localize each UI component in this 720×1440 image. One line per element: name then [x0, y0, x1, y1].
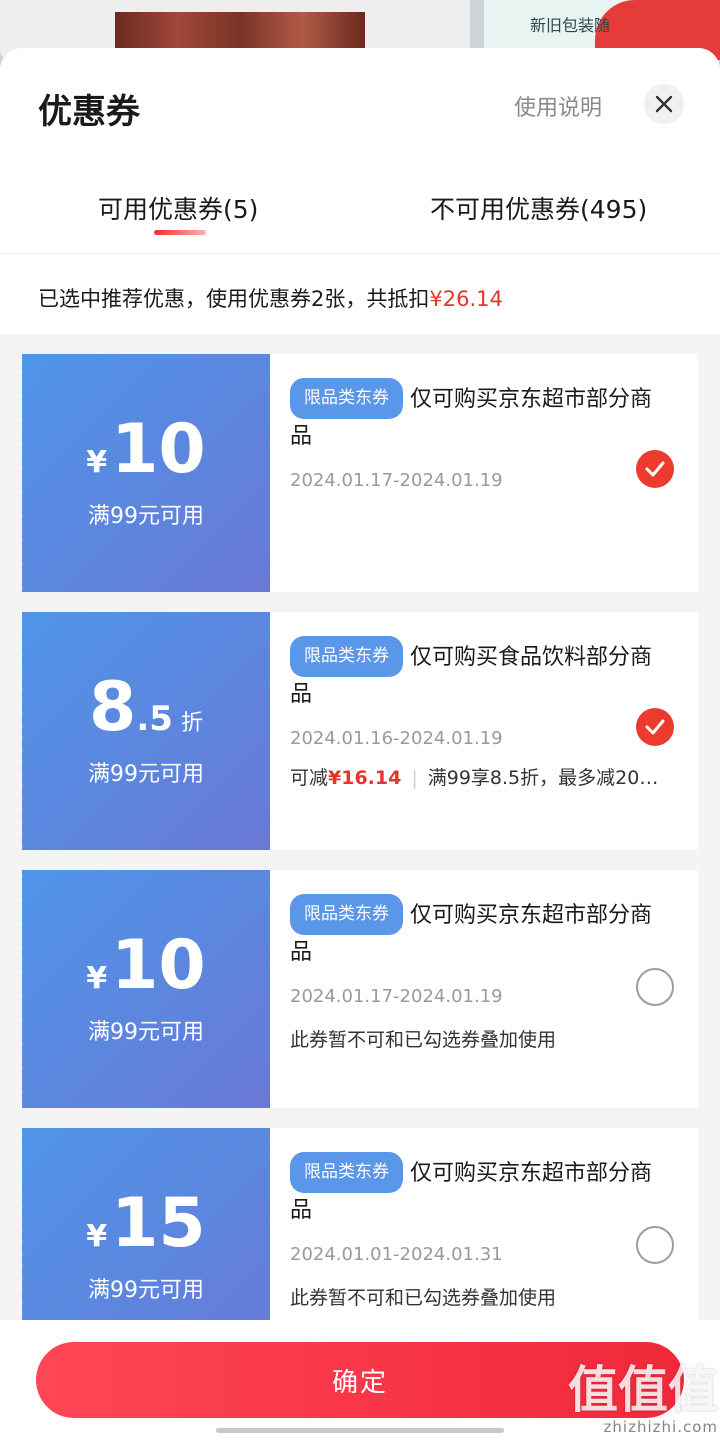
tab-unavailable-coupons[interactable]: 不可用优惠券(495) [430, 190, 647, 226]
coupon-value-panel: ¥10 满99元可用 [18, 354, 270, 592]
coupon-value: 15 [111, 1184, 206, 1263]
checkmark-icon [645, 719, 665, 735]
tab-available-coupons[interactable]: 可用优惠券(5) [98, 190, 258, 226]
active-tab-indicator [154, 230, 206, 235]
site-watermark: 值值值 zhizhizhi.com [568, 1350, 718, 1440]
note-separator: | [411, 767, 418, 789]
watermark-logo: 值值值 [568, 1361, 718, 1419]
coupon-checkbox-checked[interactable] [636, 450, 674, 488]
coupon-checkbox-checked[interactable] [636, 708, 674, 746]
coupon-condition: 满99元可用 [88, 1278, 204, 1303]
page-title: 优惠券 [38, 92, 140, 132]
coupon-card[interactable]: ¥10 满99元可用 限品类东券 仅可购买京东超市部分商品 2024.01.17… [18, 870, 698, 1108]
coupon-discount-unit: 折 [180, 711, 203, 736]
coupon-category-tag: 限品类东券 [290, 378, 403, 419]
coupon-card[interactable]: ¥10 满99元可用 限品类东券 仅可购买京东超市部分商品 2024.01.17… [18, 354, 698, 592]
coupon-value-panel: ¥10 满99元可用 [18, 870, 270, 1108]
currency-symbol: ¥ [86, 445, 108, 480]
coupon-category-tag: 限品类东券 [290, 1152, 403, 1193]
coupon-description: 限品类东券 仅可购买京东超市部分商品 [290, 378, 670, 454]
coupon-details: 限品类东券 仅可购买京东超市部分商品 2024.01.17-2024.01.19… [270, 870, 698, 1108]
coupon-description: 限品类东券 仅可购买京东超市部分商品 [290, 1152, 670, 1228]
coupon-amount: ¥10 [86, 416, 206, 484]
coupon-checkbox-unchecked[interactable] [636, 968, 674, 1006]
divider [0, 253, 720, 254]
coupon-description: 限品类东券 仅可购买京东超市部分商品 [290, 894, 670, 970]
summary-amount: ¥26.14 [429, 287, 503, 311]
coupon-date-range: 2024.01.17-2024.01.19 [290, 470, 503, 491]
checkmark-icon [645, 461, 665, 477]
coupon-date-range: 2024.01.17-2024.01.19 [290, 986, 503, 1007]
usage-instructions-link[interactable]: 使用说明 [514, 90, 602, 122]
coupon-condition: 满99元可用 [88, 504, 204, 529]
coupon-details: 限品类东券 仅可购买食品饮料部分商品 2024.01.16-2024.01.19… [270, 612, 698, 850]
coupon-value-panel: 8.5 折 满99元可用 [18, 612, 270, 850]
coupon-value: 10 [111, 410, 206, 489]
coupon-card[interactable]: 8.5 折 满99元可用 限品类东券 仅可购买食品饮料部分商品 2024.01.1… [18, 612, 698, 850]
sheet-header: 优惠券 使用说明 可用优惠券(5) 不可用优惠券(495) 已选中推荐优惠，使用… [0, 48, 720, 334]
coupon-amount: ¥10 [86, 932, 206, 1000]
background-card-text: 新旧包装随 [530, 16, 611, 35]
saving-amount: ¥16.14 [328, 767, 402, 789]
coupon-value-decimal: .5 [136, 699, 173, 739]
coupon-category-tag: 限品类东券 [290, 636, 403, 677]
saving-detail: 满99享8.5折，最多减20… [427, 767, 659, 789]
coupon-amount: 8.5 折 [89, 674, 203, 742]
coupon-saving-note: 可减¥16.14 | 满99享8.5折，最多减20… [290, 763, 678, 790]
coupon-date-range: 2024.01.01-2024.01.31 [290, 1244, 503, 1265]
coupon-checkbox-unchecked[interactable] [636, 1226, 674, 1264]
home-indicator [216, 1428, 504, 1433]
background-product-image [115, 12, 365, 48]
close-button[interactable] [644, 84, 684, 124]
saving-prefix: 可减 [290, 767, 329, 789]
coupon-value: 10 [111, 926, 206, 1005]
coupon-category-tag: 限品类东券 [290, 894, 403, 935]
coupon-condition: 满99元可用 [88, 762, 204, 787]
coupon-condition: 满99元可用 [88, 1020, 204, 1045]
coupon-stack-note: 此券暂不可和已勾选券叠加使用 [290, 1029, 557, 1051]
coupon-details: 限品类东券 仅可购买京东超市部分商品 2024.01.17-2024.01.19 [270, 354, 698, 592]
coupon-amount: ¥15 [86, 1190, 206, 1258]
selection-summary: 已选中推荐优惠，使用优惠券2张，共抵扣¥26.14 [38, 283, 503, 313]
currency-symbol: ¥ [86, 961, 108, 996]
coupon-value: 8 [89, 668, 137, 747]
summary-text: 已选中推荐优惠，使用优惠券2张，共抵扣 [38, 287, 430, 311]
close-icon [655, 95, 673, 113]
watermark-site: zhizhizhi.com [603, 1418, 718, 1436]
coupon-description: 限品类东券 仅可购买食品饮料部分商品 [290, 636, 670, 712]
currency-symbol: ¥ [86, 1219, 108, 1254]
coupon-stack-note: 此券暂不可和已勾选券叠加使用 [290, 1287, 557, 1309]
coupon-date-range: 2024.01.16-2024.01.19 [290, 728, 503, 749]
coupon-sheet: 优惠券 使用说明 可用优惠券(5) 不可用优惠券(495) 已选中推荐优惠，使用… [0, 48, 720, 1440]
